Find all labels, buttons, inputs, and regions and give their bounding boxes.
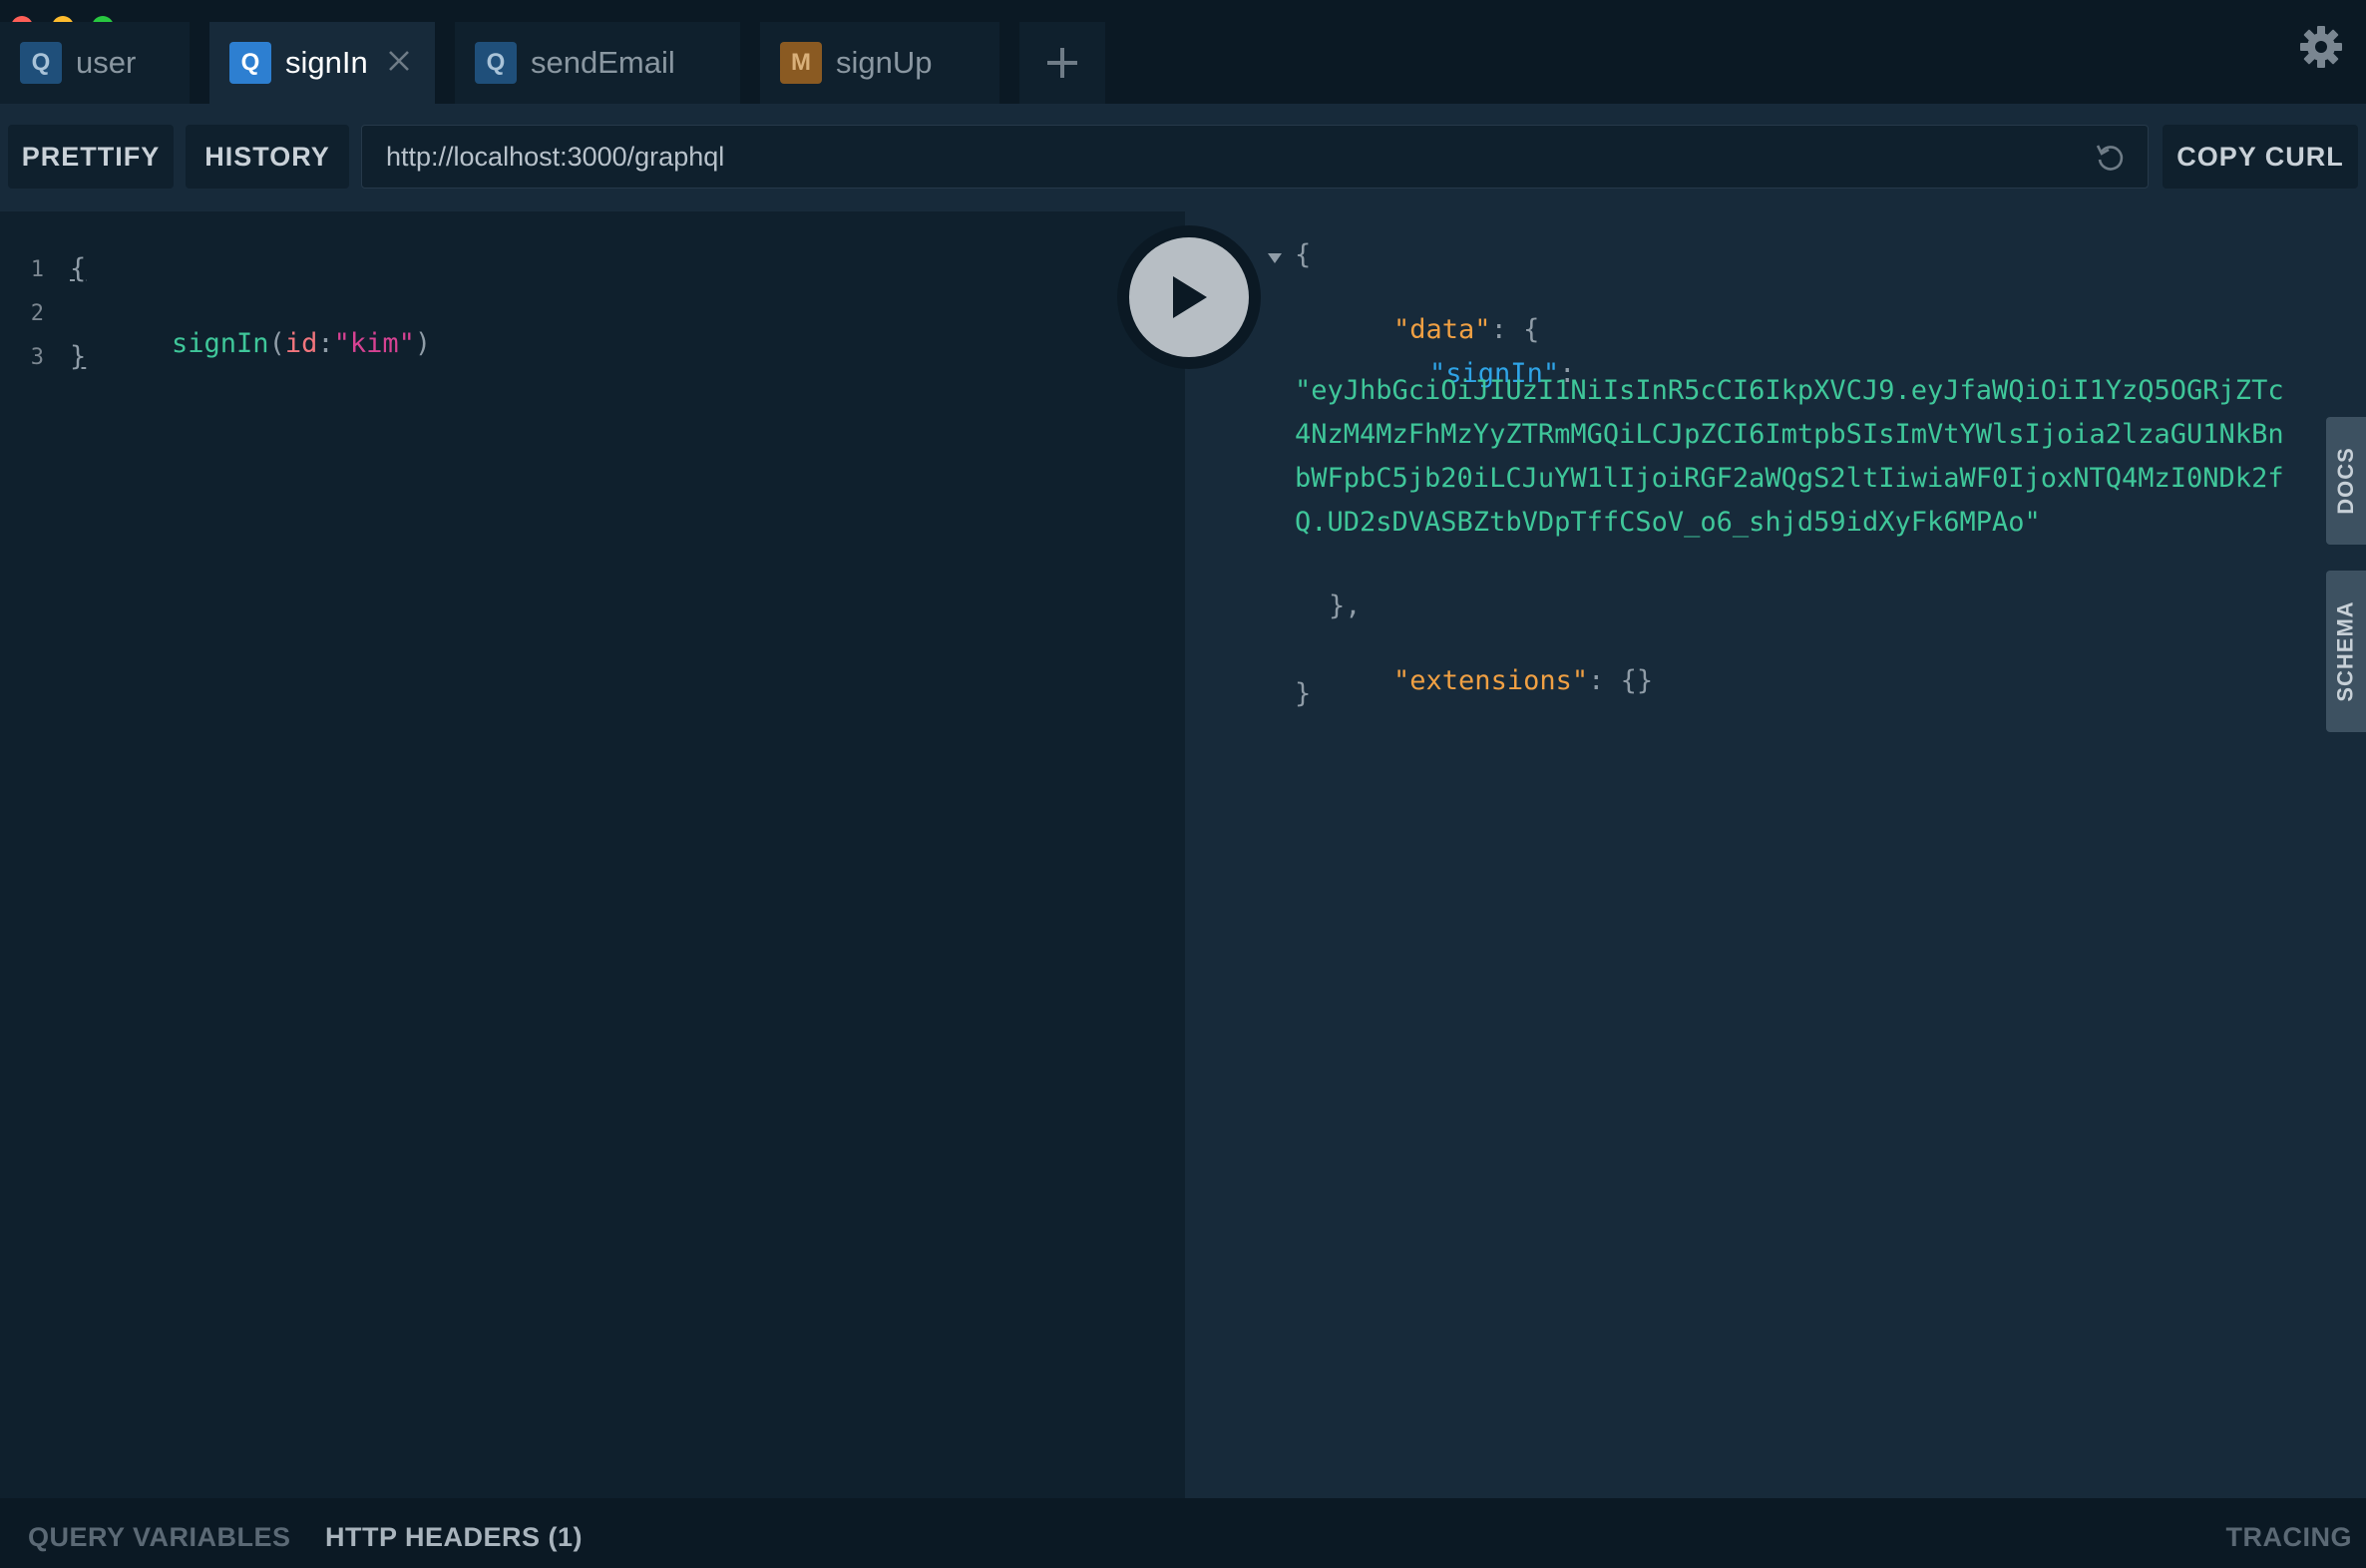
result-open-brace: { xyxy=(1295,239,1312,270)
argument-value: "kim" xyxy=(333,328,415,359)
result-extensions-line: "extensions": {} xyxy=(1329,634,1653,727)
prettify-button[interactable]: PRETTIFY xyxy=(8,125,174,189)
paren-open: ( xyxy=(268,328,285,359)
gear-icon[interactable] xyxy=(2298,24,2344,70)
query-editor[interactable]: 1 2 3 { signIn(id:"kim") } xyxy=(0,211,1185,1498)
copy-curl-button[interactable]: COPY CURL xyxy=(2163,125,2358,189)
line-number: 2 xyxy=(30,301,44,326)
query-badge: Q xyxy=(229,42,271,84)
close-icon[interactable] xyxy=(385,47,413,75)
tracing-tab[interactable]: TRACING xyxy=(2226,1522,2353,1553)
endpoint-url-input[interactable]: http://localhost:3000/graphql xyxy=(361,125,2149,189)
tab-label: signUp xyxy=(836,45,933,80)
docs-tab[interactable]: DOCS xyxy=(2326,417,2366,545)
extensions-key: "extensions" xyxy=(1393,665,1589,696)
query-badge: Q xyxy=(20,42,62,84)
close-brace: } xyxy=(70,341,87,372)
query-line: signIn(id:"kim") xyxy=(107,297,431,390)
mutation-badge: M xyxy=(780,42,822,84)
schema-tab[interactable]: SCHEMA xyxy=(2326,571,2366,732)
signin-token-value: "eyJhbGciOiJIUzI1NiIsInR5cCI6IkpXVCJ9.ey… xyxy=(1295,375,2284,538)
docs-label: DOCS xyxy=(2333,447,2358,515)
extensions-value: : {} xyxy=(1588,665,1654,696)
plus-icon xyxy=(1047,48,1077,78)
tab-label: sendEmail xyxy=(531,45,675,80)
reload-icon[interactable] xyxy=(2094,142,2126,174)
field-name: signIn xyxy=(172,328,269,359)
toolbar: PRETTIFY HISTORY http://localhost:3000/g… xyxy=(0,104,2366,211)
open-brace: { xyxy=(70,253,87,284)
query-badge: Q xyxy=(475,42,517,84)
result-close-data: }, xyxy=(1329,590,1362,621)
paren-close: ) xyxy=(414,328,432,359)
tab-label: signIn xyxy=(285,45,368,80)
fold-arrow-icon[interactable] xyxy=(1267,252,1283,264)
tab-label: user xyxy=(76,45,137,80)
endpoint-url-text: http://localhost:3000/graphql xyxy=(386,141,725,172)
argument-name: id xyxy=(284,328,318,359)
line-number: 1 xyxy=(30,257,44,282)
tab-sendemail[interactable]: Q sendEmail xyxy=(455,22,740,104)
run-query-button[interactable] xyxy=(1117,225,1261,369)
http-headers-tab[interactable]: HTTP HEADERS (1) xyxy=(325,1522,583,1553)
tab-signup[interactable]: M signUp xyxy=(760,22,999,104)
result-close-brace: } xyxy=(1295,678,1312,709)
play-icon xyxy=(1173,276,1207,318)
add-tab-button[interactable] xyxy=(1019,22,1105,104)
line-number: 3 xyxy=(30,345,44,370)
tab-bar: Q user Q signIn Q sendEmail M signUp xyxy=(0,0,2366,104)
schema-label: SCHEMA xyxy=(2333,600,2358,702)
tab-user[interactable]: Q user xyxy=(0,22,190,104)
bottom-bar: QUERY VARIABLES HTTP HEADERS (1) TRACING xyxy=(0,1498,2366,1568)
query-variables-tab[interactable]: QUERY VARIABLES xyxy=(28,1522,291,1553)
history-button[interactable]: HISTORY xyxy=(186,125,349,189)
tab-signin[interactable]: Q signIn xyxy=(209,22,435,104)
argument-colon: : xyxy=(317,328,334,359)
